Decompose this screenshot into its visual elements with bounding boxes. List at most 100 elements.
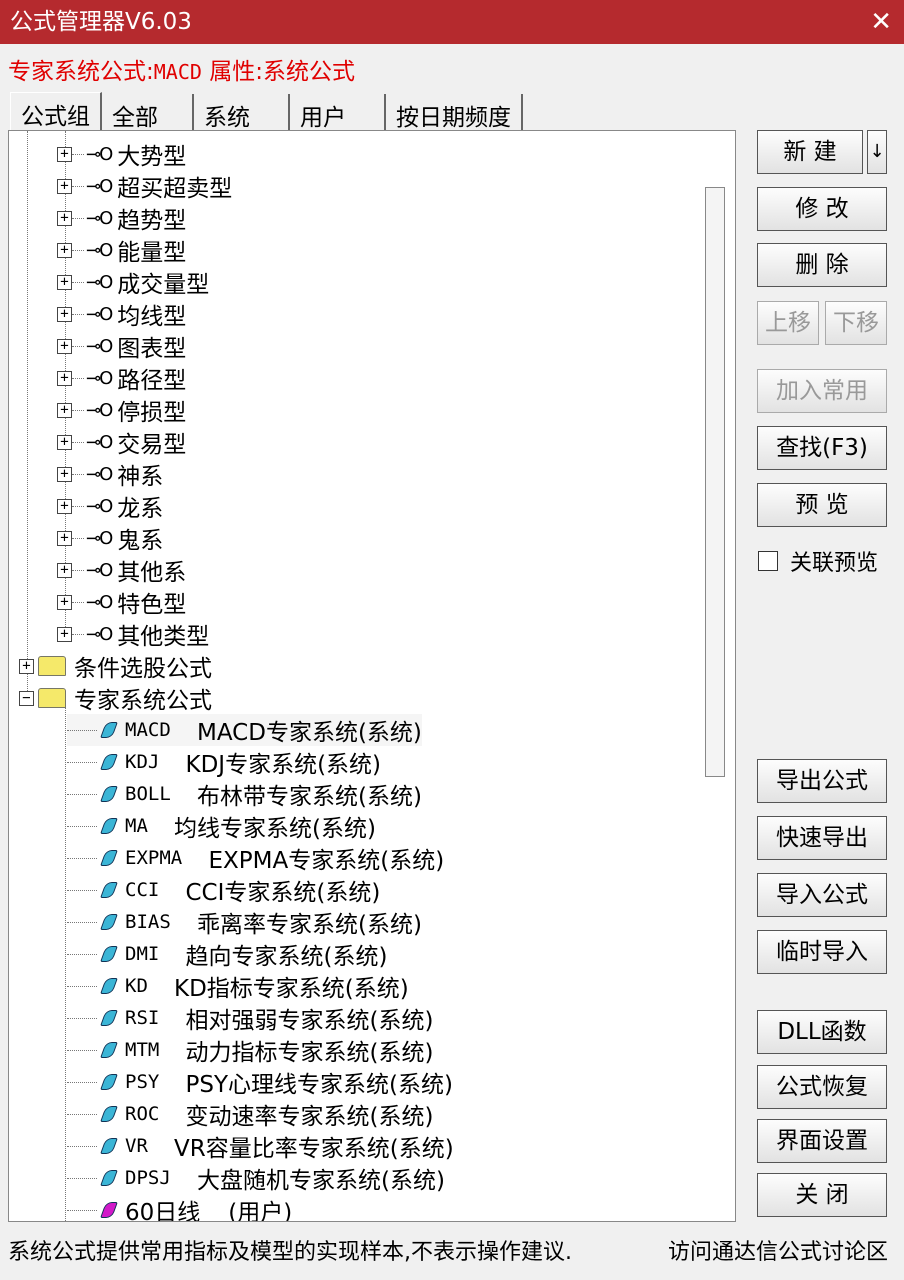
tree-category-item[interactable]: +⊸O其他系 <box>57 554 186 586</box>
system-formula-icon <box>100 1106 118 1122</box>
key-icon: ⊸O <box>86 368 111 389</box>
collapse-icon[interactable]: − <box>19 691 34 706</box>
expand-icon[interactable]: + <box>57 339 72 354</box>
tree-category-item[interactable]: +⊸O停损型 <box>57 394 186 426</box>
tree-category-item[interactable]: +⊸O交易型 <box>57 426 186 458</box>
expert-formula-item[interactable]: DMI趋向专家系统(系统) <box>67 938 387 970</box>
expand-icon[interactable]: + <box>19 659 34 674</box>
close-button[interactable]: 关 闭 <box>757 1173 887 1217</box>
key-icon: ⊸O <box>86 208 111 229</box>
export-button[interactable]: 导出公式 <box>757 759 887 803</box>
expert-formula-item[interactable]: MA均线专家系统(系统) <box>67 810 376 842</box>
tree-category-item[interactable]: +⊸O超买超卖型 <box>57 170 232 202</box>
expand-icon[interactable]: + <box>57 307 72 322</box>
tree-category-item[interactable]: +⊸O其他类型 <box>57 618 209 650</box>
expert-formula-item[interactable]: BOLL布林带专家系统(系统) <box>67 778 422 810</box>
find-button[interactable]: 查找(F3) <box>757 426 887 470</box>
tab-formula-group[interactable]: 公式组 <box>10 92 102 130</box>
expand-icon[interactable]: + <box>57 563 72 578</box>
move-down-button[interactable]: 下移 <box>825 301 887 345</box>
tree-category-item[interactable]: +⊸O趋势型 <box>57 202 186 234</box>
new-button[interactable]: 新 建 <box>757 130 863 174</box>
tree-group-item[interactable]: − 专家系统公式 <box>19 682 212 714</box>
temp-import-button[interactable]: 临时导入 <box>757 930 887 974</box>
tree-category-item[interactable]: +⊸O特色型 <box>57 586 186 618</box>
expand-icon[interactable]: + <box>57 595 72 610</box>
expand-icon[interactable]: + <box>57 531 72 546</box>
tree-category-item[interactable]: +⊸O均线型 <box>57 298 186 330</box>
checkbox-box[interactable] <box>758 551 778 571</box>
expert-formula-item[interactable]: MTM动力指标专家系统(系统) <box>67 1034 433 1066</box>
tab-user[interactable]: 用户 <box>290 94 386 130</box>
ui-settings-button[interactable]: 界面设置 <box>757 1119 887 1163</box>
tree-category-item[interactable]: +⊸O鬼系 <box>57 522 163 554</box>
dll-button[interactable]: DLL函数 <box>757 1010 887 1054</box>
tab-system[interactable]: 系统 <box>194 94 290 130</box>
expand-icon[interactable]: + <box>57 627 72 642</box>
tree-category-item[interactable]: +⊸O龙系 <box>57 490 163 522</box>
expert-formula-item[interactable]: KDJKDJ专家系统(系统) <box>67 746 381 778</box>
expand-icon[interactable]: + <box>57 371 72 386</box>
expert-formula-item[interactable]: DPSJ大盘随机专家系统(系统) <box>67 1162 445 1194</box>
expert-formula-item[interactable]: PSYPSY心理线专家系统(系统) <box>67 1066 453 1098</box>
expand-icon[interactable]: + <box>57 179 72 194</box>
add-common-button[interactable]: 加入常用 <box>757 369 887 413</box>
move-up-button[interactable]: 上移 <box>757 301 819 345</box>
formula-code: BIAS <box>125 911 197 933</box>
tab-by-date[interactable]: 按日期频度 <box>386 94 523 130</box>
tree-category-item[interactable]: +⊸O路径型 <box>57 362 186 394</box>
expert-formula-item[interactable]: EXPMAEXPMA专家系统(系统) <box>67 842 444 874</box>
tree-guide-line <box>27 131 28 697</box>
formula-code: KDJ <box>125 751 186 773</box>
expand-icon[interactable]: + <box>57 243 72 258</box>
tree-category-item[interactable]: +⊸O成交量型 <box>57 266 209 298</box>
tree-category-item[interactable]: +⊸O图表型 <box>57 330 186 362</box>
expert-formula-item[interactable]: VRVR容量比率专家系统(系统) <box>67 1130 454 1162</box>
category-label: 成交量型 <box>117 265 209 299</box>
edit-button[interactable]: 修 改 <box>757 187 887 231</box>
preview-button[interactable]: 预 览 <box>757 483 887 527</box>
forum-link[interactable]: 访问通达信公式讨论区 <box>668 1234 888 1266</box>
tree-category-item[interactable]: +⊸O神系 <box>57 458 163 490</box>
vertical-scrollbar[interactable] <box>705 187 725 777</box>
restore-button[interactable]: 公式恢复 <box>757 1065 887 1109</box>
formula-code: DPSJ <box>125 1167 197 1189</box>
expand-icon[interactable]: + <box>57 403 72 418</box>
expert-formula-item[interactable]: BIAS乖离率专家系统(系统) <box>67 906 422 938</box>
user-formula-item[interactable]: 60日线(用户) <box>67 1194 292 1222</box>
scrollbar-thumb[interactable] <box>707 188 723 776</box>
quick-export-button[interactable]: 快速导出 <box>757 816 887 860</box>
formula-desc: 相对强弱专家系统(系统) <box>186 1001 434 1035</box>
formula-tree[interactable]: +⊸O大势型+⊸O超买超卖型+⊸O趋势型+⊸O能量型+⊸O成交量型+⊸O均线型+… <box>8 130 736 1222</box>
tree-category-item[interactable]: +⊸O大势型 <box>57 138 186 170</box>
expert-formula-item[interactable]: KDKD指标专家系统(系统) <box>67 970 409 1002</box>
expand-icon[interactable]: + <box>57 467 72 482</box>
system-formula-icon <box>100 754 118 770</box>
formula-code: BOLL <box>125 783 197 805</box>
tree-group-item[interactable]: +条件选股公式 <box>19 650 212 682</box>
expert-formula-item[interactable]: RSI相对强弱专家系统(系统) <box>67 1002 433 1034</box>
expert-formula-item[interactable]: ROC变动速率专家系统(系统) <box>67 1098 433 1130</box>
tree-category-item[interactable]: +⊸O能量型 <box>57 234 186 266</box>
expand-icon[interactable]: + <box>57 499 72 514</box>
formula-desc: PSY心理线专家系统(系统) <box>186 1065 453 1099</box>
formula-desc: KD指标专家系统(系统) <box>174 969 409 1003</box>
expert-formula-item[interactable]: MACDMACD专家系统(系统) <box>67 714 422 746</box>
formula-desc: 趋向专家系统(系统) <box>186 937 388 971</box>
tab-all[interactable]: 全部 <box>102 94 194 130</box>
expand-icon[interactable]: + <box>57 211 72 226</box>
expand-icon[interactable]: + <box>57 435 72 450</box>
expand-icon[interactable]: + <box>57 275 72 290</box>
tree-connector <box>67 858 97 859</box>
delete-button[interactable]: 删 除 <box>757 243 887 287</box>
expand-icon[interactable]: + <box>57 147 72 162</box>
new-dropdown-button[interactable]: ↓ <box>867 130 887 174</box>
expert-formula-item[interactable]: CCICCI专家系统(系统) <box>67 874 380 906</box>
close-icon[interactable]: ✕ <box>870 0 892 44</box>
import-button[interactable]: 导入公式 <box>757 873 887 917</box>
tree-connector <box>72 474 84 475</box>
key-icon: ⊸O <box>86 624 111 645</box>
tree-connector <box>67 1018 97 1019</box>
link-preview-checkbox[interactable]: 关联预览 <box>758 545 878 577</box>
group-label: 专家系统公式 <box>74 681 212 715</box>
